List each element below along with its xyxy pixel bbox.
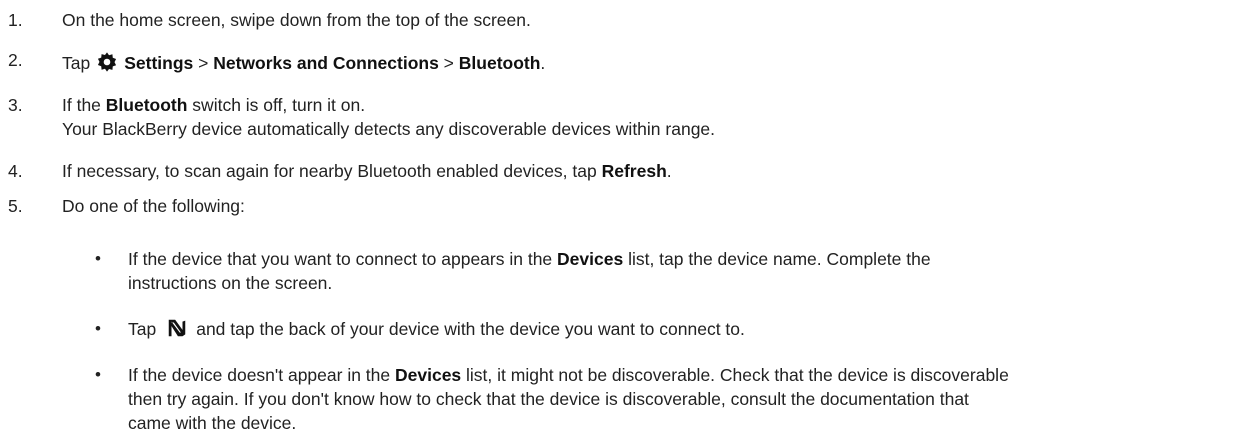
step-number: 4. [8, 161, 23, 181]
text-run: . [666, 161, 672, 181]
step-text-line: On the home screen, swipe down from the … [62, 10, 531, 30]
settings-label: Settings [124, 53, 194, 73]
step-number: 2. [8, 50, 23, 70]
separator: > [193, 53, 214, 73]
text-run: If necessary, to scan again for nearby B… [62, 161, 602, 181]
text-run: list, tap the device name. Complete the [623, 249, 931, 269]
bullet-text-line: If the device that you want to connect t… [128, 247, 1246, 271]
step-text-line: If the Bluetooth switch is off, turn it … [62, 93, 1246, 117]
devices-label: Devices [557, 249, 624, 269]
nfc-icon [166, 317, 188, 345]
bullet-dot: • [95, 365, 101, 384]
step-number: 5. [8, 196, 23, 216]
bullet-text-line: If the device doesn't appear in the Devi… [128, 363, 1246, 387]
networks-label: Networks and Connections [213, 53, 439, 73]
bullet-text: If the device that you want to connect t… [128, 247, 1246, 295]
step-text-line-2: Your BlackBerry device automatically det… [62, 119, 716, 139]
period: . [540, 53, 546, 73]
text-run: and tap the back of your device with the… [196, 319, 745, 339]
text-run: list, it might not be discoverable. Chec… [461, 365, 1009, 385]
bullet-text: Tap and tap the back of your device with … [128, 317, 1246, 345]
tap-word: Tap [128, 319, 157, 339]
step-text: On the home screen, swipe down from the … [62, 8, 1246, 32]
bullet-text: If the device doesn't appear in the Devi… [128, 363, 1246, 435]
text-run: switch is off, turn it on. [187, 95, 366, 115]
step-text-line: Do one of the following: [62, 196, 245, 216]
step-text-line: Tap Settings > Networks and Connections >… [62, 51, 1246, 79]
bullet-text-line-3: came with the device. [128, 413, 297, 433]
text-run: If the [62, 95, 106, 115]
tap-word: Tap [62, 53, 91, 73]
step-text: Tap Settings > Networks and Connections >… [62, 51, 1246, 79]
step-number: 3. [8, 95, 23, 115]
text-run: If the device doesn't appear in the [128, 365, 395, 385]
text-run: If the device that you want to connect t… [128, 249, 558, 269]
bullet-text-line: Tap and tap the back of your device with … [128, 317, 1246, 345]
step-text: Do one of the following: [62, 194, 1246, 218]
refresh-label: Refresh [601, 161, 667, 181]
separator: > [438, 53, 459, 73]
gear-icon [96, 51, 118, 79]
instructions-document: 1. On the home screen, swipe down from t… [0, 0, 1256, 440]
bullet-dot: • [95, 249, 101, 268]
bullet-text-line-2: then try again. If you don't know how to… [128, 389, 969, 409]
bullet-dot: • [95, 319, 101, 338]
devices-label: Devices [395, 365, 462, 385]
step-text: If the Bluetooth switch is off, turn it … [62, 93, 1246, 141]
bullet-text-line-2: instructions on the screen. [128, 273, 333, 293]
step-number: 1. [8, 10, 23, 30]
bluetooth-label: Bluetooth [458, 53, 541, 73]
bluetooth-label: Bluetooth [105, 95, 188, 115]
step-text: If necessary, to scan again for nearby B… [62, 159, 1246, 183]
step-text-line: If necessary, to scan again for nearby B… [62, 159, 1246, 183]
